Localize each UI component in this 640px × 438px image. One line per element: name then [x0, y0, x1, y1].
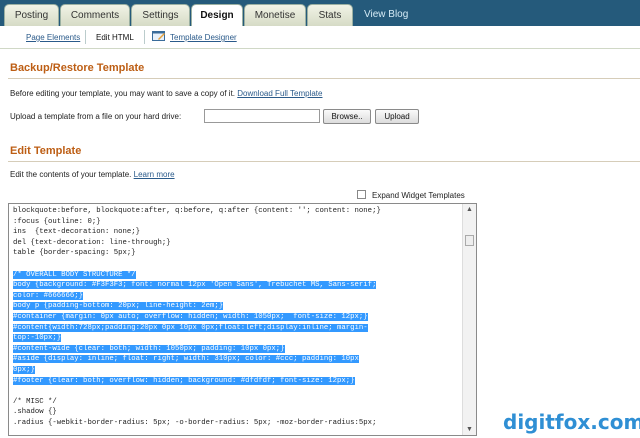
code-line[interactable]: table {border-spacing: 5px;}	[13, 248, 461, 259]
expand-widget-templates-checkbox[interactable]	[357, 190, 366, 199]
code-line-text: #content{width:728px;padding:20px 0px 10…	[13, 323, 368, 332]
code-line[interactable]: body {background: #F3F3F3; font: normal …	[13, 280, 461, 291]
section-divider	[8, 161, 640, 162]
code-line[interactable]: #content-wide {clear: both; width: 1050p…	[13, 344, 461, 355]
learn-more-link[interactable]: Learn more	[134, 170, 175, 179]
code-line[interactable]: #container {margin: 0px auto; overflow: …	[13, 312, 461, 323]
code-line-text: :focus {outline: 0;}	[13, 217, 101, 226]
upload-label: Upload a template from a file on your ha…	[10, 112, 182, 121]
watermark: digitfox.com	[503, 410, 640, 434]
code-line[interactable]: 0px;}	[13, 365, 461, 376]
template-designer-icon	[152, 31, 165, 41]
code-line-text: #footer {clear: both; overflow: hidden; …	[13, 376, 355, 385]
code-line[interactable]: #aside {display: inline; float: right; w…	[13, 354, 461, 365]
template-file-input[interactable]	[204, 109, 320, 123]
design-subnav: Page Elements Edit HTML Template Designe…	[0, 26, 640, 49]
scroll-up-icon[interactable]: ▲	[465, 205, 474, 214]
code-line[interactable]: /* OVERALL BODY STRUCTURE */	[13, 270, 461, 281]
backup-intro-text: Before editing your template, you may wa…	[10, 89, 236, 98]
code-line[interactable]: color: #666666;}	[13, 291, 461, 302]
code-line[interactable]: body p {padding-bottom: 20px; line-heigh…	[13, 301, 461, 312]
scroll-down-icon[interactable]: ▼	[465, 425, 474, 434]
code-line[interactable]	[13, 259, 461, 270]
subtab-edit-html[interactable]: Edit HTML	[96, 31, 134, 45]
template-code-editor[interactable]: blockquote:before, blockquote:after, q:b…	[8, 203, 477, 436]
code-line-text: #aside {display: inline; float: right; w…	[13, 355, 359, 364]
backup-intro: Before editing your template, you may wa…	[10, 89, 322, 98]
code-line-text: /* MISC */	[13, 397, 57, 406]
code-line-text: body {background: #F3F3F3; font: normal …	[13, 281, 377, 290]
code-line[interactable]: ins {text-decoration: none;}	[13, 227, 461, 238]
top-navigation: Posting Comments Settings Design Monetis…	[0, 0, 640, 27]
code-line[interactable]: :focus {outline: 0;}	[13, 217, 461, 228]
download-full-template-link[interactable]: Download Full Template	[237, 89, 322, 98]
code-line-text: ins {text-decoration: none;}	[13, 228, 140, 237]
code-line[interactable]: #footer {clear: both; overflow: hidden; …	[13, 376, 461, 387]
code-line-text: color: #666666;}	[13, 291, 84, 300]
tab-design[interactable]: Design	[191, 4, 243, 27]
code-line-text: /* OVERALL BODY STRUCTURE */	[13, 270, 136, 279]
view-blog-link[interactable]: View Blog	[364, 4, 408, 26]
code-line-text: #container {margin: 0px auto; overflow: …	[13, 312, 368, 321]
subtab-page-elements[interactable]: Page Elements	[26, 31, 80, 45]
subnav-divider	[85, 30, 86, 44]
tab-monetise[interactable]: Monetise	[244, 4, 306, 26]
tab-stats[interactable]: Stats	[307, 4, 353, 26]
code-line[interactable]: top:-10px;}	[13, 333, 461, 344]
code-line[interactable]: /* MISC */	[13, 397, 461, 408]
code-line-text: del {text-decoration: line-through;}	[13, 238, 171, 247]
edit-template-heading: Edit Template	[10, 145, 82, 157]
tab-comments[interactable]: Comments	[60, 4, 130, 26]
expand-widget-templates-label: Expand Widget Templates	[372, 191, 465, 200]
code-line-text: .shadow {}	[13, 408, 57, 417]
editor-scrollbar[interactable]: ▲ ▼	[462, 204, 476, 435]
code-line[interactable]	[13, 386, 461, 397]
code-line[interactable]: .radius {-webkit-border-radius: 5px; -o-…	[13, 418, 461, 429]
code-line-text: table {border-spacing: 5px;}	[13, 249, 136, 258]
code-line[interactable]: del {text-decoration: line-through;}	[13, 238, 461, 249]
code-line-text: top:-10px;}	[13, 334, 62, 343]
code-line[interactable]: #content{width:728px;padding:20px 0px 10…	[13, 323, 461, 334]
code-line-text: 0px;}	[13, 365, 35, 374]
upload-button[interactable]: Upload	[375, 109, 419, 124]
code-line-text: body p {padding-bottom: 20px; line-heigh…	[13, 302, 224, 311]
code-line-text: blockquote:before, blockquote:after, q:b…	[13, 207, 381, 215]
scrollbar-thumb[interactable]	[465, 235, 474, 246]
code-line-text: #content-wide {clear: both; width: 1050p…	[13, 344, 285, 353]
code-line[interactable]: .shadow {}	[13, 407, 461, 418]
template-code[interactable]: blockquote:before, blockquote:after, q:b…	[13, 206, 461, 428]
browse-button[interactable]: Browse..	[323, 109, 371, 124]
edit-intro-text: Edit the contents of your template.	[10, 170, 132, 179]
tab-posting[interactable]: Posting	[4, 4, 59, 26]
subtab-template-designer[interactable]: Template Designer	[170, 31, 237, 45]
backup-restore-heading: Backup/Restore Template	[10, 62, 145, 74]
tab-settings[interactable]: Settings	[131, 4, 190, 26]
section-divider	[8, 78, 640, 79]
edit-intro: Edit the contents of your template. Lear…	[10, 170, 175, 179]
code-line-text: .radius {-webkit-border-radius: 5px; -o-…	[13, 418, 377, 427]
subnav-divider	[144, 30, 145, 44]
code-line[interactable]: blockquote:before, blockquote:after, q:b…	[13, 206, 461, 217]
